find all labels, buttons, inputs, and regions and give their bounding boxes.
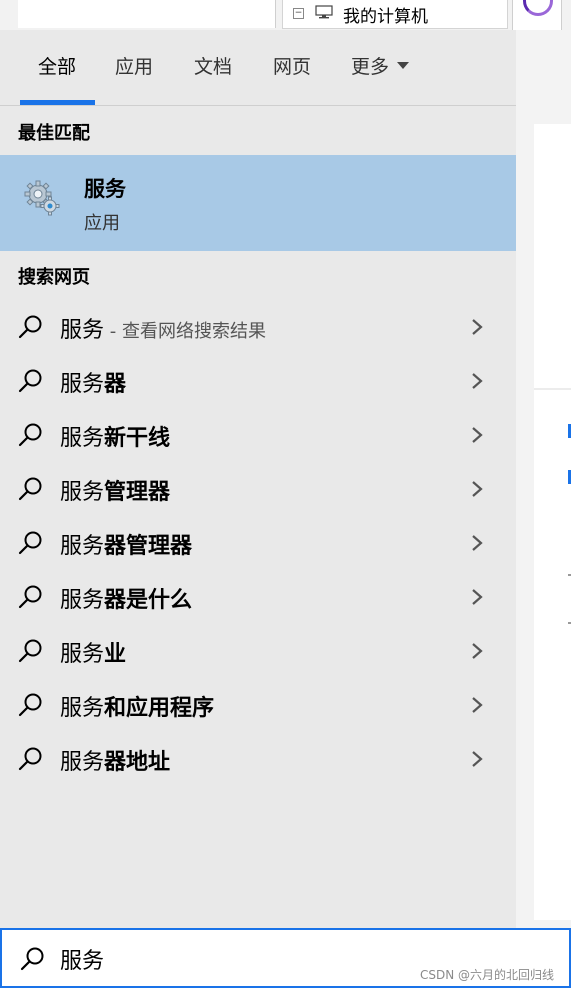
result-text: 服务器是什么	[60, 582, 192, 614]
chevron-right-icon	[472, 751, 483, 767]
chevron-right-icon	[472, 535, 483, 551]
tab-label: 更多	[351, 56, 390, 78]
result-hint: - 查看网络搜索结果	[104, 321, 266, 342]
best-match-item[interactable]: 服务 应用	[0, 155, 516, 251]
preview-divider	[534, 388, 571, 390]
result-suffix: 业	[104, 642, 127, 667]
web-search-result[interactable]: 服务器地址	[0, 732, 516, 786]
chevron-right-icon	[472, 589, 483, 605]
tab-documents[interactable]: 文档	[194, 52, 232, 79]
search-icon	[20, 947, 44, 971]
watermark-text: CSDN @六月的北回归线	[420, 968, 555, 982]
result-suffix: 器	[104, 372, 127, 397]
computer-icon	[315, 5, 333, 19]
web-search-result[interactable]: 服务业	[0, 624, 516, 678]
result-suffix: 管理器	[104, 480, 171, 505]
chevron-right-icon	[472, 697, 483, 713]
background-tree-view: − 我的计算机	[282, 0, 508, 29]
result-prefix: 服务	[60, 372, 105, 397]
tab-label: 全部	[38, 56, 77, 78]
web-search-result[interactable]: 服务器管理器	[0, 516, 516, 570]
tab-label: 文档	[194, 56, 233, 78]
search-bar[interactable]: CSDN @六月的北回归线	[0, 928, 571, 988]
result-prefix: 服务	[60, 588, 105, 613]
result-text: 服务管理器	[60, 474, 170, 506]
web-search-heading: 搜索网页	[18, 267, 90, 288]
result-suffix: 新干线	[104, 426, 171, 451]
web-search-result[interactable]: 服务 - 查看网络搜索结果	[0, 300, 516, 354]
search-icon	[18, 747, 42, 771]
services-gear-icon	[24, 180, 60, 216]
active-tab-indicator	[20, 100, 95, 105]
chevron-right-icon	[472, 373, 483, 389]
search-icon	[18, 369, 42, 393]
result-prefix: 服务	[60, 318, 105, 343]
tab-more[interactable]: 更多	[351, 52, 410, 79]
search-icon	[18, 585, 42, 609]
result-text: 服务器管理器	[60, 528, 192, 560]
result-prefix: 服务	[60, 750, 105, 775]
web-search-result[interactable]: 服务和应用程序	[0, 678, 516, 732]
tab-label: 应用	[115, 56, 154, 78]
search-input[interactable]	[60, 940, 390, 978]
preview-card	[534, 124, 571, 920]
result-suffix: 器地址	[104, 750, 171, 775]
chevron-right-icon	[472, 319, 483, 335]
result-suffix: 器是什么	[104, 588, 193, 613]
result-prefix: 服务	[60, 480, 105, 505]
result-prefix: 服务	[60, 426, 105, 451]
tree-collapse-icon[interactable]: −	[293, 8, 304, 19]
search-icon	[18, 423, 42, 447]
best-match-title: 服务	[84, 177, 126, 201]
result-text: 服务新干线	[60, 420, 170, 452]
app-logo-icon	[523, 0, 553, 16]
background-window-strip: − 我的计算机	[0, 0, 571, 31]
result-text: 服务器地址	[60, 744, 170, 776]
search-icon	[18, 477, 42, 501]
chevron-right-icon	[472, 643, 483, 659]
best-match-heading: 最佳匹配	[18, 123, 90, 144]
chevron-right-icon	[472, 427, 483, 443]
result-suffix: 和应用程序	[104, 696, 215, 721]
web-search-result[interactable]: 服务新干线	[0, 408, 516, 462]
web-search-result[interactable]: 服务器	[0, 354, 516, 408]
search-icon	[18, 639, 42, 663]
result-suffix: 器管理器	[104, 534, 193, 559]
search-icon	[18, 531, 42, 555]
web-search-result[interactable]: 服务器是什么	[0, 570, 516, 624]
search-icon	[18, 693, 42, 717]
tab-web[interactable]: 网页	[273, 52, 311, 79]
result-text: 服务和应用程序	[60, 690, 214, 722]
tab-all[interactable]: 全部	[38, 52, 76, 79]
tab-apps[interactable]: 应用	[115, 52, 153, 79]
result-text: 服务业	[60, 636, 126, 668]
filter-tabs: 全部 应用 文档 网页 更多	[0, 30, 516, 106]
tree-item-label[interactable]: 我的计算机	[343, 2, 428, 27]
background-pane	[18, 0, 276, 28]
chevron-right-icon	[472, 481, 483, 497]
tab-label: 网页	[273, 56, 312, 78]
chevron-down-icon	[397, 62, 410, 69]
result-text: 服务器	[60, 366, 126, 398]
result-prefix: 服务	[60, 642, 105, 667]
preview-pane	[516, 30, 571, 928]
background-card	[512, 0, 562, 31]
web-search-result[interactable]: 服务管理器	[0, 462, 516, 516]
search-icon	[18, 315, 42, 339]
result-prefix: 服务	[60, 534, 105, 559]
result-text: 服务 - 查看网络搜索结果	[60, 312, 266, 344]
result-prefix: 服务	[60, 696, 105, 721]
best-match-subtitle: 应用	[84, 213, 120, 234]
